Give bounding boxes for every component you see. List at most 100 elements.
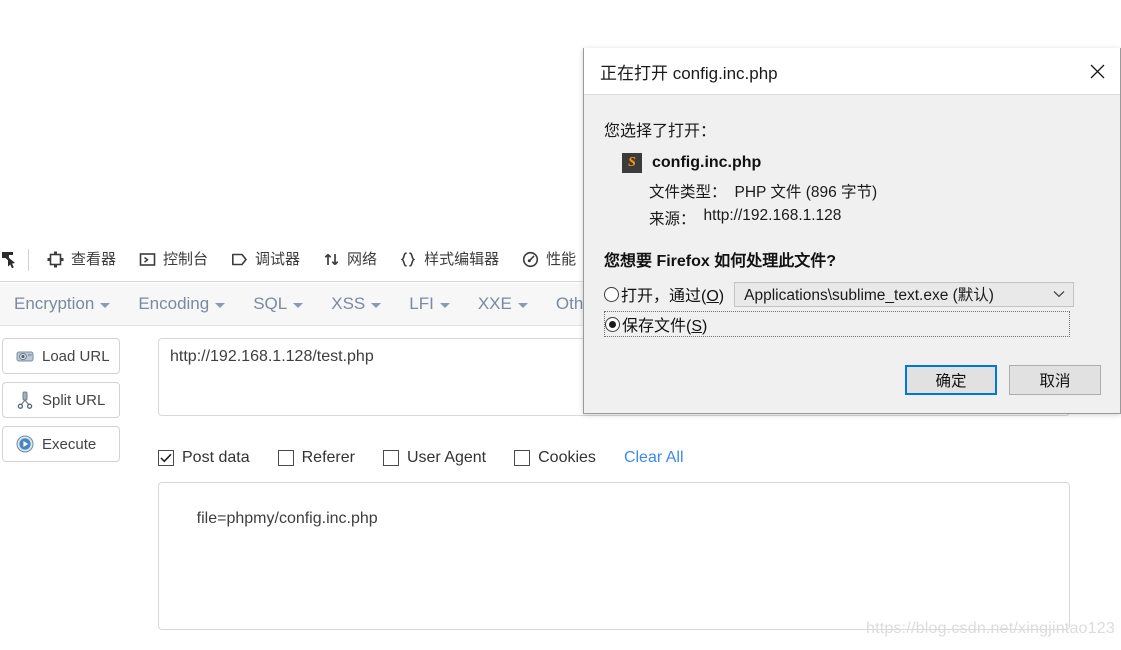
dialog-title: 正在打开 config.inc.php — [600, 63, 778, 83]
referer-checkbox[interactable] — [277, 450, 294, 466]
performance-icon — [521, 251, 539, 269]
file-source-value: http://192.168.1.128 — [703, 207, 842, 224]
option-user-agent[interactable]: User Agent — [382, 449, 487, 467]
option-label: User Agent — [406, 449, 487, 466]
hackbar-menu-label: LFI — [409, 294, 434, 313]
open-with-label-post: ) — [718, 288, 725, 305]
post-data-checkbox[interactable] — [158, 450, 174, 466]
split-url-label: Split URL — [42, 391, 106, 409]
hackbar-menu-label: Encoding — [138, 294, 210, 313]
user-agent-checkbox[interactable] — [382, 450, 399, 466]
devtools-tab-console[interactable]: 控制台 — [127, 238, 219, 281]
option-post-data[interactable]: Post data — [158, 449, 250, 467]
hackbar-menu-label: SQL — [253, 294, 288, 313]
option-cookies[interactable]: Cookies — [514, 449, 596, 467]
chevron-down-icon — [517, 303, 528, 308]
load-url-button[interactable]: Load URL — [2, 338, 120, 374]
chevron-down-icon — [100, 303, 111, 308]
hackbar-menubar: Encryption Encoding SQL XSS LFI XXE Othe — [0, 283, 592, 326]
dialog-body: 您选择了打开： S config.inc.php 文件类型： PHP 文件 (8… — [584, 95, 1120, 413]
element-picker-icon[interactable] — [0, 238, 26, 281]
devtools-tab-label: 调试器 — [255, 251, 301, 268]
file-type-row: 文件类型： PHP 文件 (896 字节) — [649, 180, 1100, 202]
file-meta: 文件类型： PHP 文件 (896 字节) 来源： http://192.168… — [649, 180, 1100, 229]
devtools-tab-debugger[interactable]: 调试器 — [219, 238, 311, 281]
hackbar-menu-encryption[interactable]: Encryption — [0, 283, 124, 325]
open-with-accesskey: O — [706, 288, 719, 305]
file-name: config.inc.php — [652, 154, 762, 171]
devtools-tab-inspector[interactable]: 查看器 — [35, 238, 127, 281]
save-file-radio[interactable] — [605, 316, 620, 332]
open-with-label-pre: 打开，通过( — [621, 288, 707, 305]
load-url-icon — [16, 347, 34, 365]
option-label: Post data — [182, 449, 250, 466]
save-file-label: 保存文件(S) — [622, 312, 707, 336]
execute-label: Execute — [42, 435, 97, 453]
devtools-tab-label: 查看器 — [71, 251, 117, 268]
ok-button[interactable]: 确定 — [905, 365, 997, 395]
chevron-down-icon — [215, 303, 226, 308]
devtools-tab-network[interactable]: 网络 — [311, 238, 388, 281]
toolbar-divider — [28, 248, 29, 271]
hackbar-menu-sql[interactable]: SQL — [239, 283, 317, 325]
open-with-label: 打开，通过(O) — [621, 282, 724, 306]
watermark: https://blog.csdn.net/xingjintao123 — [866, 620, 1115, 637]
hackbar-menu-lfi[interactable]: LFI — [395, 283, 464, 325]
post-data-textarea[interactable]: file=phpmy/config.inc.php — [158, 482, 1070, 630]
save-file-accesskey: S — [691, 318, 703, 335]
console-icon — [138, 251, 156, 269]
devtools-tab-label: 网络 — [347, 251, 378, 268]
chevron-down-icon — [1053, 287, 1065, 301]
application-select[interactable]: Applications\sublime_text.exe (默认) — [734, 281, 1075, 307]
file-source-row: 来源： http://192.168.1.128 — [649, 207, 1100, 229]
split-url-button[interactable]: Split URL — [2, 382, 120, 418]
dialog-question: 您想要 Firefox 如何处理此文件? — [604, 253, 837, 270]
sublime-text-file-icon: S — [622, 153, 642, 173]
devtools-tab-label: 性能 — [546, 251, 577, 268]
hackbar-menu-xxe[interactable]: XXE — [464, 283, 542, 325]
debugger-icon — [230, 251, 248, 269]
chevron-down-icon — [371, 303, 382, 308]
execute-button[interactable]: Execute — [2, 426, 120, 462]
cancel-button[interactable]: 取消 — [1009, 365, 1101, 395]
devtools-tab-label: 样式编辑器 — [424, 251, 500, 268]
save-file-label-pre: 保存文件( — [622, 318, 692, 335]
inspector-icon — [46, 251, 64, 269]
option-label: Cookies — [538, 449, 596, 466]
dialog-titlebar: 正在打开 config.inc.php — [584, 48, 1120, 95]
split-url-icon — [16, 391, 34, 409]
file-type-value: PHP 文件 (896 字节) — [734, 184, 878, 201]
clear-all-link[interactable]: Clear All — [624, 449, 684, 467]
cookies-checkbox[interactable] — [514, 450, 531, 466]
post-data-value: file=phpmy/config.inc.php — [196, 510, 378, 527]
devtools-tab-style-editor[interactable]: 样式编辑器 — [388, 238, 510, 281]
download-dialog: 正在打开 config.inc.php 您选择了打开： S config.inc… — [583, 48, 1121, 414]
hackbar-menu-xss[interactable]: XSS — [317, 283, 395, 325]
option-referer[interactable]: Referer — [277, 449, 355, 467]
chevron-down-icon — [293, 303, 304, 308]
save-file-row[interactable]: 保存文件(S) — [604, 311, 1070, 337]
network-icon — [322, 251, 340, 269]
option-label: Referer — [301, 449, 355, 466]
hackbar-menu-label: XXE — [477, 294, 512, 313]
hackbar-menu-label: XSS — [331, 294, 366, 313]
open-with-radio[interactable] — [604, 286, 619, 302]
request-options-row: Post data Referer User Agent Cookies Cle… — [158, 445, 684, 471]
style-editor-icon — [399, 251, 417, 269]
open-with-row[interactable]: 打开，通过(O) Applications\sublime_text.exe (… — [604, 281, 1100, 307]
devtools-tab-performance[interactable]: 性能 — [510, 238, 587, 281]
devtools-toolbar: 查看器 控制台 调试器 网络 样式编辑器 性能 — [0, 238, 592, 282]
hackbar-menu-encoding[interactable]: Encoding — [124, 283, 239, 325]
close-icon[interactable] — [1074, 48, 1120, 94]
load-url-label: Load URL — [42, 347, 110, 365]
chevron-down-icon — [439, 303, 450, 308]
dialog-intro-text: 您选择了打开： — [604, 123, 717, 140]
application-select-value: Applications\sublime_text.exe (默认) — [744, 287, 994, 304]
screen: 查看器 控制台 调试器 网络 样式编辑器 性能 Encryption Encod… — [0, 0, 1121, 650]
file-type-key: 文件类型： — [649, 184, 727, 201]
hackbar-menu-label: Encryption — [14, 294, 95, 313]
file-row: S config.inc.php — [622, 153, 1100, 173]
dialog-buttons: 确定 取消 — [905, 365, 1101, 395]
save-file-label-post: ) — [702, 318, 708, 335]
check-icon — [160, 453, 172, 463]
